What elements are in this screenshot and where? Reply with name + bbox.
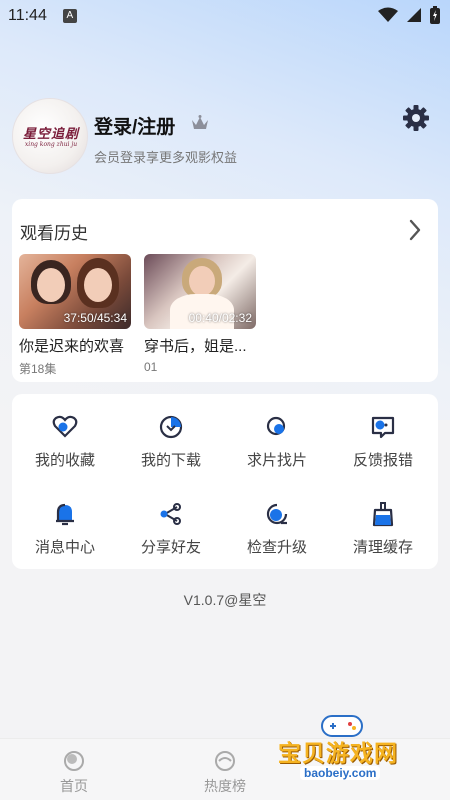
feature-label: 我的下载 <box>140 452 201 469</box>
watch-history-title: 观看历史 <box>20 224 88 243</box>
feature-label: 我的收藏 <box>34 452 95 469</box>
thumbnail-face <box>84 268 112 302</box>
avatar[interactable]: 星空追剧 xing kong zhui ju <box>12 98 88 174</box>
thumbnail-face <box>37 268 65 302</box>
login-subtitle: 会员登录享更多观影权益 <box>94 150 238 165</box>
home-icon <box>64 751 84 771</box>
signal-icon <box>407 8 421 22</box>
feature-share[interactable]: 分享好友 <box>118 501 224 557</box>
history-thumbnail[interactable]: 00:40/02:32 <box>144 254 256 329</box>
avatar-logo-subtext: xing kong zhui ju <box>24 141 78 148</box>
feedback-icon <box>371 416 395 439</box>
app-version: V1.0.7@星空 <box>183 592 267 608</box>
search-film-icon <box>266 416 286 436</box>
history-item-title[interactable]: 你是迟来的欢喜 <box>19 335 137 356</box>
feature-label: 消息中心 <box>34 539 95 556</box>
login-register-link[interactable]: 登录/注册 <box>94 112 175 139</box>
thumbnail-face <box>189 266 215 296</box>
share-icon <box>160 503 181 525</box>
nav-hot-rank[interactable]: 热度榜 <box>175 749 275 796</box>
status-time: 11:44 <box>8 7 47 24</box>
wifi-icon <box>378 7 398 22</box>
gear-icon[interactable] <box>402 104 430 132</box>
heart-icon <box>52 415 78 438</box>
feature-label: 检查升级 <box>246 539 307 556</box>
bell-icon <box>56 503 74 526</box>
watermark-logo: 宝贝游戏网 baobeiy.com <box>270 708 440 792</box>
history-item-title[interactable]: 穿书后，姐是... <box>144 335 262 356</box>
watermark-url: baobeiy.com <box>300 766 381 780</box>
feature-downloads[interactable]: 我的下载 <box>118 414 224 470</box>
feature-clear-cache[interactable]: 清理缓存 <box>330 501 436 557</box>
feature-check-upgrade[interactable]: 检查升级 <box>224 501 330 557</box>
feature-feedback[interactable]: 反馈报错 <box>330 414 436 470</box>
nav-label: 热度榜 <box>204 778 246 794</box>
playback-progress: 37:50/45:34 <box>63 311 127 325</box>
history-thumbnail[interactable]: 37:50/45:34 <box>19 254 131 329</box>
download-icon <box>159 415 183 439</box>
status-bar: 11:44 A <box>0 0 450 32</box>
broom-icon <box>372 502 394 527</box>
status-badge: A <box>62 9 77 23</box>
crown-icon <box>192 115 208 129</box>
history-item-episode: 第18集 <box>19 362 57 376</box>
feature-favorites[interactable]: 我的收藏 <box>12 414 118 470</box>
chevron-right-icon[interactable] <box>408 219 422 241</box>
feature-request-film[interactable]: 求片找片 <box>224 414 330 470</box>
status-icons <box>378 6 440 24</box>
playback-progress: 00:40/02:32 <box>188 311 252 325</box>
feature-label: 反馈报错 <box>352 452 413 469</box>
feature-messages[interactable]: 消息中心 <box>12 501 118 557</box>
history-item-episode: 01 <box>144 360 158 374</box>
feature-label: 清理缓存 <box>352 539 413 556</box>
profile-section: 星空追剧 xing kong zhui ju 登录/注册 会员登录享更多观影权益 <box>12 98 438 178</box>
nav-label: 首页 <box>60 778 88 794</box>
upgrade-icon <box>266 503 288 525</box>
watermark-text: 宝贝游戏网 <box>278 740 398 766</box>
nav-home[interactable]: 首页 <box>24 749 124 796</box>
watch-history-card: 观看历史 37:50/45:34 你是迟来的欢喜 第18集 00:40/02:3… <box>12 199 438 382</box>
avatar-logo-text: 星空追剧 <box>22 127 79 142</box>
feature-label: 分享好友 <box>140 539 201 556</box>
feature-label: 求片找片 <box>246 452 307 469</box>
battery-icon <box>430 6 440 24</box>
hot-rank-icon <box>215 751 235 771</box>
features-grid: 我的收藏 我的下载 求片找片 反馈报错 消息中心 分享好友 检查升级 清理缓存 <box>12 394 438 569</box>
